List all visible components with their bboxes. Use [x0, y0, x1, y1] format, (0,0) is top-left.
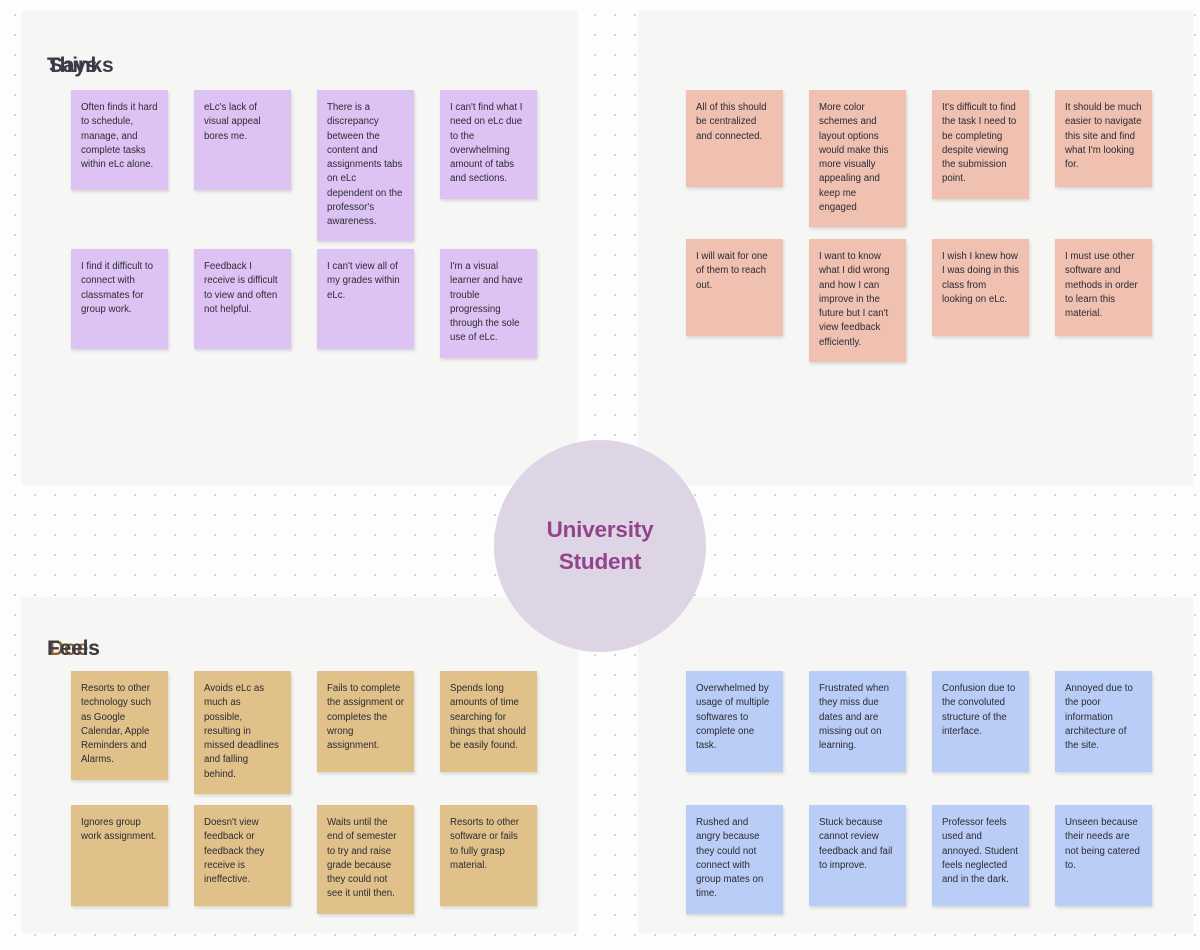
persona-title-line-2: Student — [558, 549, 642, 574]
sticky-note[interactable]: It's difficult to find the task I need t… — [932, 90, 1029, 199]
sticky-note[interactable]: I find it difficult to connect with clas… — [71, 249, 168, 349]
sticky-note[interactable]: Unseen because their needs are not being… — [1055, 805, 1152, 906]
sticky-note[interactable]: I wish I knew how I was doing in this cl… — [932, 239, 1029, 336]
sticky-note[interactable]: It should be much easier to navigate thi… — [1055, 90, 1152, 187]
sticky-note[interactable]: I must use other software and methods in… — [1055, 239, 1152, 336]
sticky-note-row: Ignores group work assignment. Doesn't v… — [71, 805, 537, 914]
sticky-note[interactable]: Avoids eLc as much as possible, resultin… — [194, 671, 291, 794]
sticky-note[interactable]: Frustrated when they miss due dates and … — [809, 671, 906, 772]
sticky-note[interactable]: Fails to complete the assignment or comp… — [317, 671, 414, 772]
sticky-note[interactable]: More color schemes and layout options wo… — [809, 90, 906, 227]
sticky-note-row: Rushed and angry because they could not … — [686, 805, 1152, 914]
sticky-note[interactable]: Feedback I receive is difficult to view … — [194, 249, 291, 349]
sticky-note-row: I find it difficult to connect with clas… — [71, 249, 537, 358]
sticky-note[interactable]: Professor feels used and annoyed. Studen… — [932, 805, 1029, 906]
sticky-note[interactable]: Stuck because cannot review feedback and… — [809, 805, 906, 906]
sticky-note-row: All of this should be centralized and co… — [686, 90, 1152, 227]
sticky-note-row: I will wait for one of them to reach out… — [686, 239, 1152, 362]
sticky-note[interactable]: I will wait for one of them to reach out… — [686, 239, 783, 336]
sticky-note[interactable]: I can't view all of my grades within eLc… — [317, 249, 414, 349]
sticky-note[interactable]: Overwhelmed by usage of multiple softwar… — [686, 671, 783, 772]
sticky-note[interactable]: I'm a visual learner and have trouble pr… — [440, 249, 537, 358]
sticky-note-row: Overwhelmed by usage of multiple softwar… — [686, 671, 1152, 772]
quadrant-title-thinks: Thinks — [47, 54, 114, 77]
sticky-note[interactable]: Resorts to other software or fails to fu… — [440, 805, 537, 906]
sticky-note[interactable]: Confusion due to the convoluted structur… — [932, 671, 1029, 772]
quadrant-title-feels: Feels — [47, 637, 100, 660]
sticky-note[interactable]: Rushed and angry because they could not … — [686, 805, 783, 914]
sticky-note[interactable]: I can't find what I need on eLc due to t… — [440, 90, 537, 199]
sticky-note-row: Resorts to other technology such as Goog… — [71, 671, 537, 794]
quadrant-panel-says — [21, 11, 578, 485]
persona-circle: University Student — [494, 440, 706, 652]
sticky-note[interactable]: I want to know what I did wrong and how … — [809, 239, 906, 362]
persona-title-line-1: University — [546, 517, 654, 543]
sticky-note[interactable]: Often finds it hard to schedule, manage,… — [71, 90, 168, 190]
sticky-note[interactable]: Spends long amounts of time searching fo… — [440, 671, 537, 772]
sticky-note[interactable]: Ignores group work assignment. — [71, 805, 168, 906]
sticky-note[interactable]: Doesn't view feedback or feedback they r… — [194, 805, 291, 906]
sticky-note[interactable]: Resorts to other technology such as Goog… — [71, 671, 168, 780]
sticky-note[interactable]: eLc's lack of visual appeal bores me. — [194, 90, 291, 190]
sticky-note[interactable]: Annoyed due to the poor information arch… — [1055, 671, 1152, 772]
sticky-note[interactable]: There is a discrepancy between the conte… — [317, 90, 414, 242]
sticky-note[interactable]: Waits until the end of semester to try a… — [317, 805, 414, 914]
sticky-note[interactable]: All of this should be centralized and co… — [686, 90, 783, 187]
sticky-note-row: Often finds it hard to schedule, manage,… — [71, 90, 537, 242]
